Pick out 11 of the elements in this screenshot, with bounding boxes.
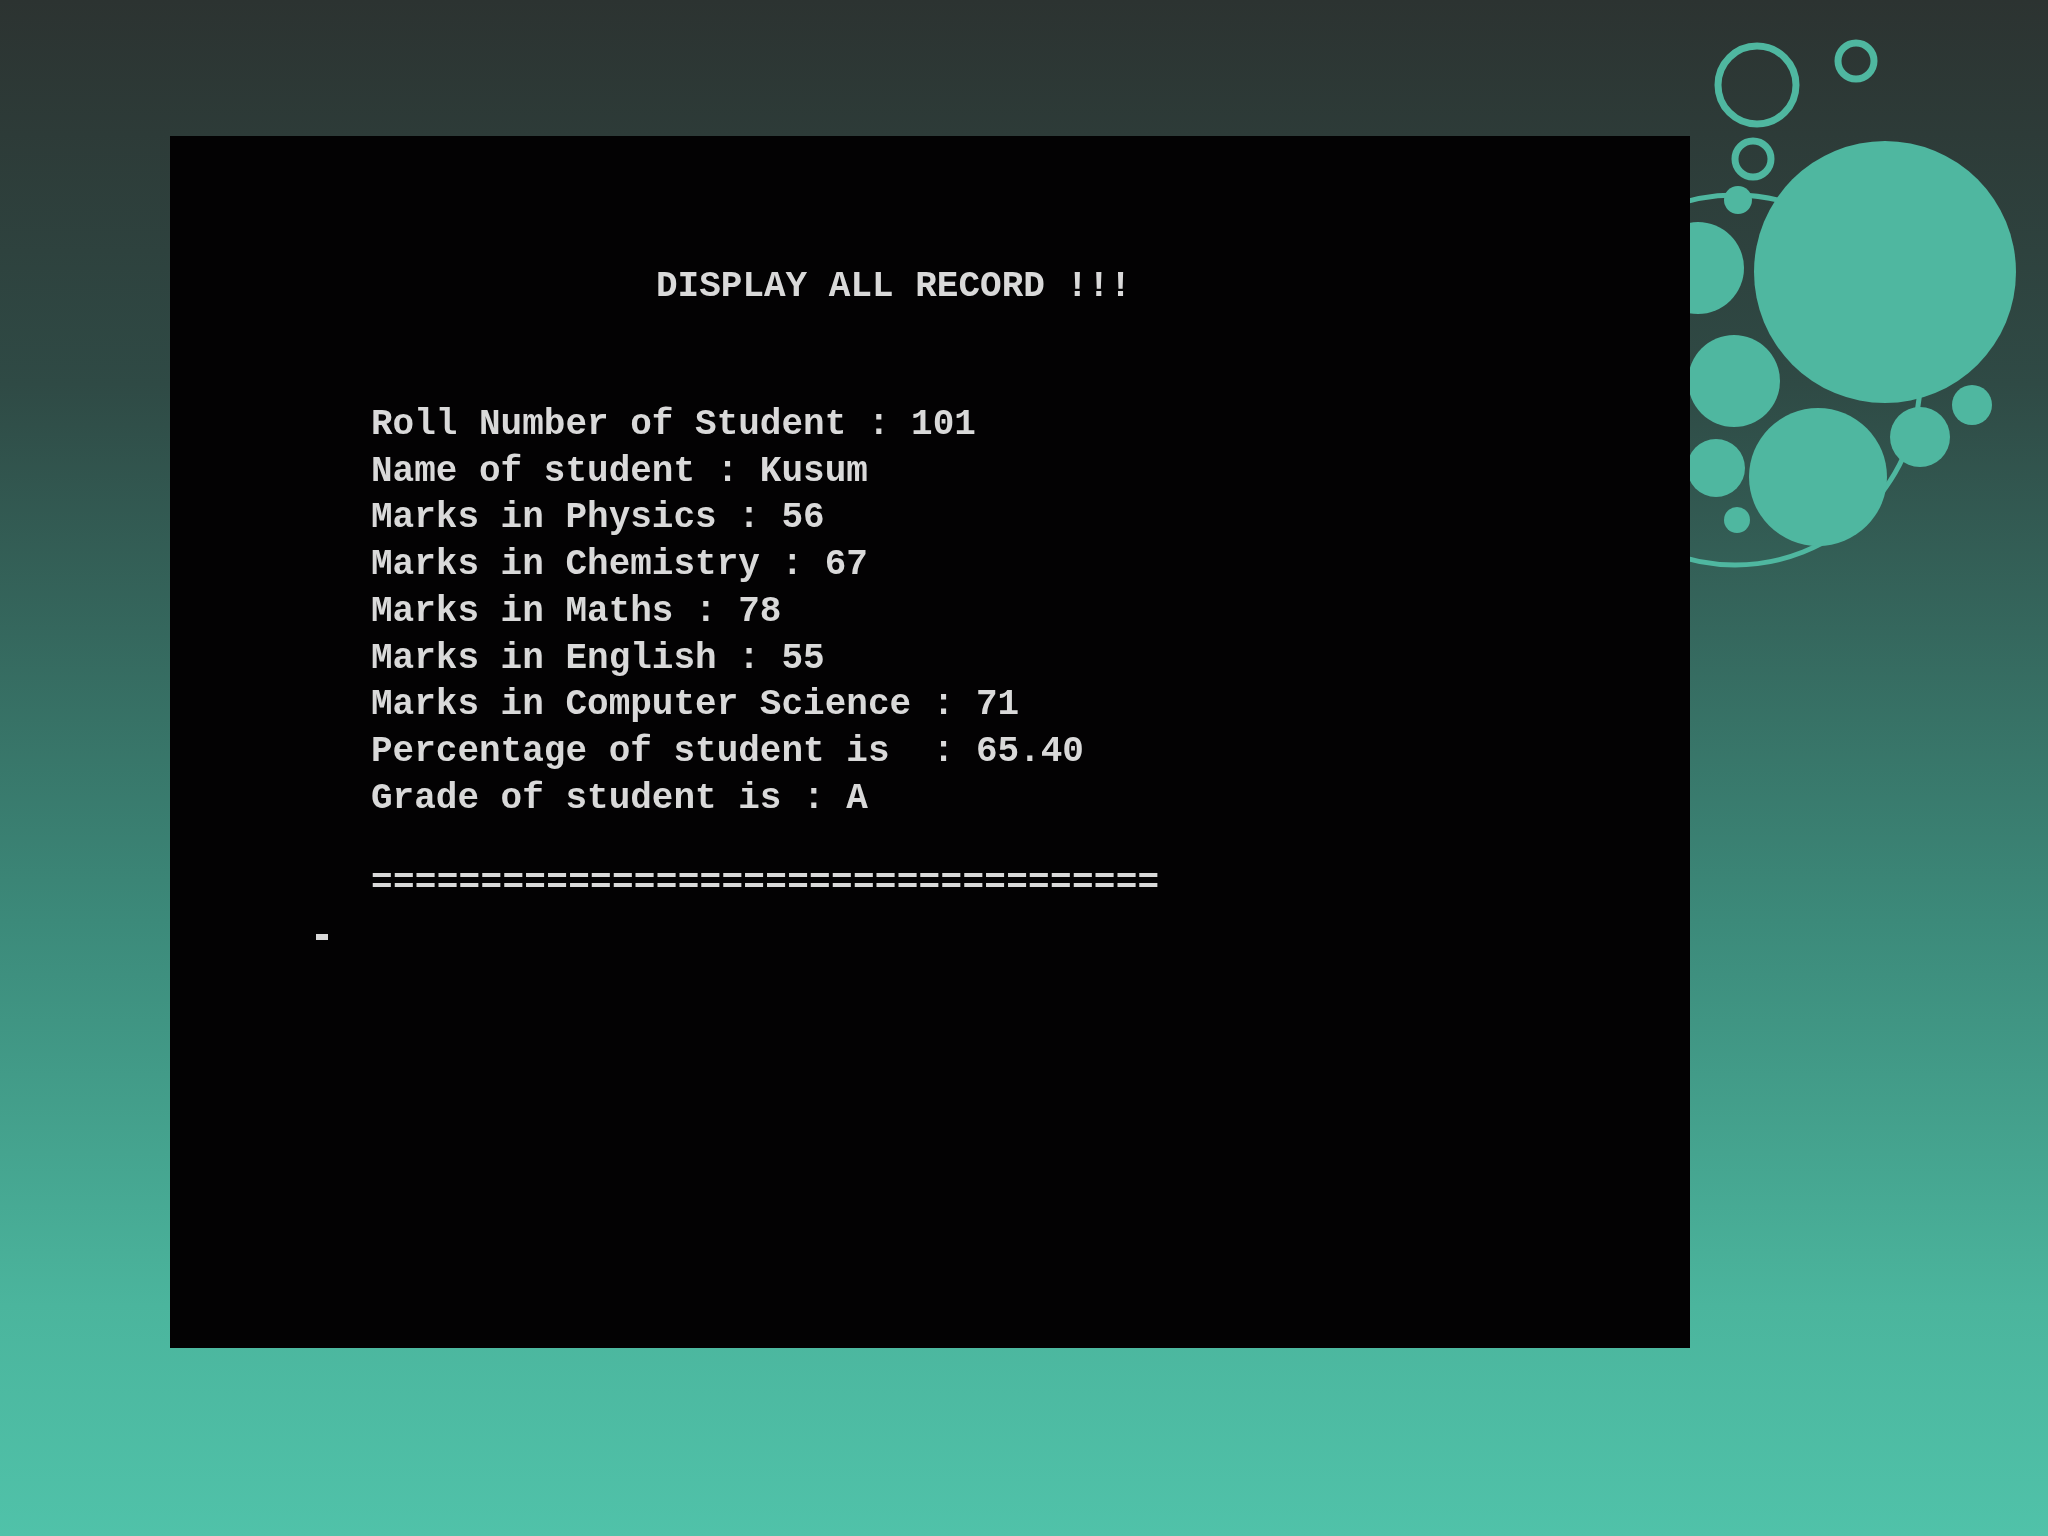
record-line: Marks in Computer Science : 71: [371, 683, 1021, 728]
record-line: Grade of student is : A: [371, 776, 869, 821]
record-line: Percentage of student is : 65.40: [371, 729, 1085, 774]
record-line: Marks in Chemistry : 67: [371, 543, 869, 588]
console-title: DISPLAY ALL RECORD !!!: [656, 265, 1133, 309]
record-line: Marks in Physics : 56: [371, 496, 826, 541]
record-line: Marks in English : 55: [371, 636, 826, 681]
separator-line: ====================================: [371, 864, 1161, 905]
record-line: Marks in Maths : 78: [371, 589, 783, 634]
record-line: Roll Number of Student : 101: [371, 403, 977, 447]
record-line: Name of student : Kusum: [371, 449, 869, 494]
